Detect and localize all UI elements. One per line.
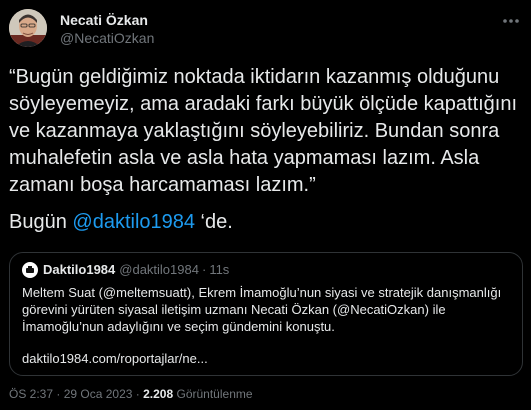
separator-dot: ·: [201, 262, 207, 277]
tweet-meta: ÖS 2:37 · 29 Oca 2023 · 2.208 Görüntülen…: [9, 386, 253, 402]
author-handle[interactable]: @NecatiOzkan: [60, 29, 154, 47]
quoted-tweet[interactable]: Daktilo1984 @daktilo1984 · 11s Meltem Su…: [9, 252, 523, 376]
quoted-tweet-text: Meltem Suat (@meltemsuatt), Ekrem İmamoğ…: [22, 285, 502, 334]
author-name[interactable]: Necati Özkan: [60, 11, 154, 29]
author-block: Necati Özkan @NecatiOzkan: [60, 11, 154, 47]
avatar[interactable]: [9, 9, 47, 47]
quoted-tweet-link[interactable]: daktilo1984.com/roportajlar/ne...: [22, 350, 208, 367]
daktilo-logo-icon: [22, 262, 38, 278]
tweet-mention-line: Bugün @daktilo1984 ‘de.: [9, 209, 233, 236]
separator-dot: ·: [135, 387, 140, 401]
more-icon[interactable]: [502, 14, 520, 26]
views-label: Görüntülenme: [176, 387, 253, 401]
tweet-date[interactable]: 29 Oca 2023: [64, 387, 133, 401]
quoted-author-handle: @daktilo1984: [119, 262, 199, 277]
tweet-text: “Bugün geldiğimiz noktada iktidarın kaza…: [9, 66, 518, 196]
tweet-time[interactable]: ÖS 2:37: [9, 387, 53, 401]
quoted-tweet-time: 11s: [209, 262, 230, 277]
quoted-tweet-header: Daktilo1984 @daktilo1984 · 11s: [22, 262, 229, 278]
separator-dot: ·: [56, 387, 61, 401]
mention-prefix: Bugün: [9, 211, 73, 233]
quoted-author-name: Daktilo1984: [43, 262, 116, 277]
mention-suffix: ‘de.: [195, 211, 233, 233]
mention-link[interactable]: @daktilo1984: [72, 211, 195, 233]
views-count: 2.208: [143, 387, 174, 401]
tweet[interactable]: Necati Özkan @NecatiOzkan “Bugün geldiği…: [0, 0, 531, 410]
